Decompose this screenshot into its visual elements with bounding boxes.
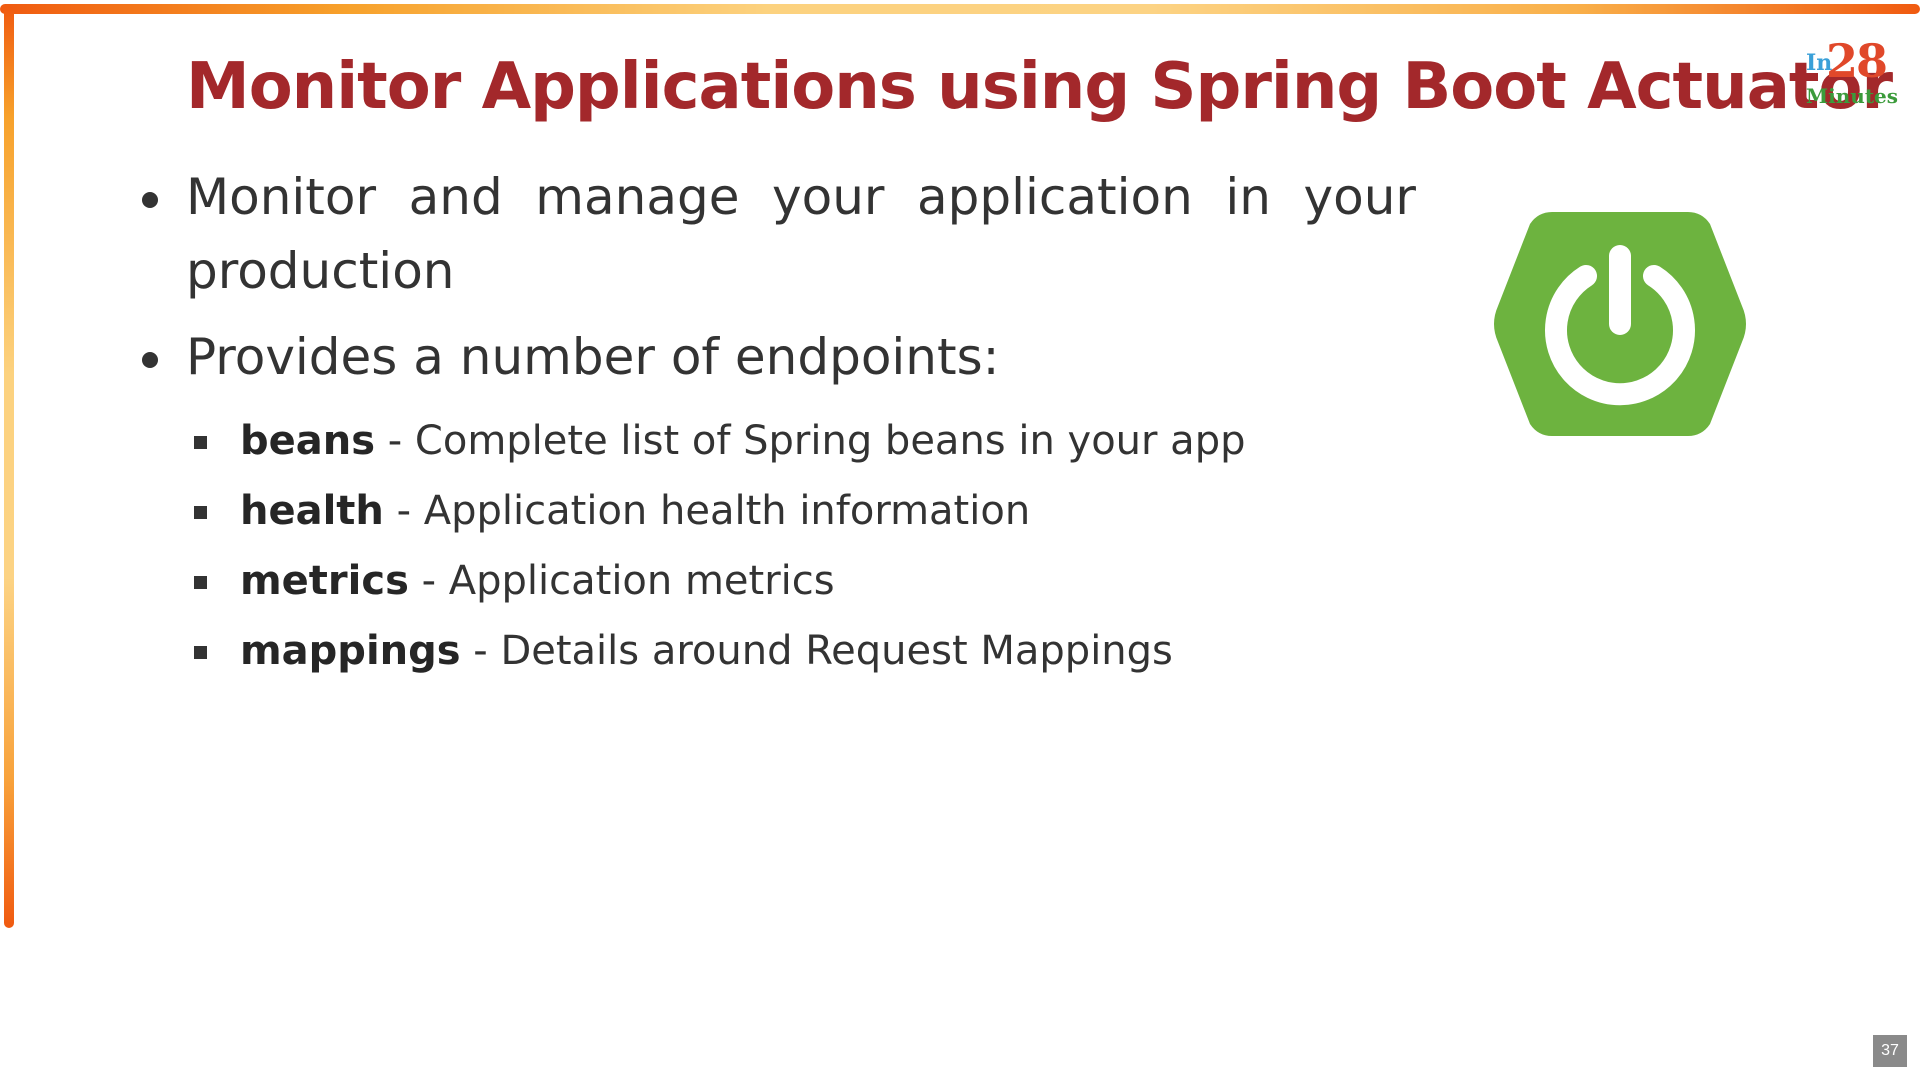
endpoint-item: health - Application health information: [194, 476, 1430, 546]
sub-bullet-square: [194, 646, 207, 659]
slide: Monitor Applications using Spring Boot A…: [0, 0, 1920, 1080]
bullet-dot: [142, 192, 158, 208]
bullet-dot: [142, 352, 158, 368]
logo-number: 28: [1826, 34, 1888, 88]
endpoint-list: beans - Complete list of Spring beans in…: [130, 406, 1430, 686]
sub-bullet-square: [194, 576, 207, 589]
in28minutes-logo: In 28 Minutes: [1800, 34, 1900, 114]
bullet-text: Provides a number of endpoints:: [186, 328, 1000, 386]
slide-border-top: [0, 4, 1920, 14]
slide-content: Monitor and manage your application in y…: [130, 160, 1430, 686]
endpoint-item: beans - Complete list of Spring beans in…: [194, 406, 1430, 476]
endpoint-description: - Complete list of Spring beans in your …: [375, 418, 1246, 464]
bullet-text: Monitor and manage your application in y…: [186, 160, 1416, 308]
sub-bullet-square: [194, 436, 207, 449]
spring-power-hexagon-icon: [1494, 212, 1746, 436]
logo-suffix: Minutes: [1806, 84, 1899, 108]
endpoint-name: mappings: [240, 628, 461, 674]
slide-title: Monitor Applications using Spring Boot A…: [186, 50, 1893, 124]
bullet-line-1: Monitor and manage your application in y…: [186, 168, 1416, 226]
page-number: 37: [1873, 1035, 1907, 1067]
endpoint-description: - Application health information: [383, 488, 1031, 534]
bullet-item: Provides a number of endpoints:: [130, 320, 1430, 394]
endpoint-description: - Details around Request Mappings: [460, 628, 1173, 674]
endpoint-name: health: [240, 488, 384, 534]
sub-bullet-square: [194, 506, 207, 519]
bullet-item: Monitor and manage your application in y…: [130, 160, 1430, 308]
endpoint-item: mappings - Details around Request Mappin…: [194, 616, 1430, 686]
bullet-line-2: production: [186, 242, 455, 300]
slide-border-left: [4, 6, 14, 928]
endpoint-name: beans: [240, 418, 376, 464]
endpoint-description: - Application metrics: [408, 558, 835, 604]
endpoint-name: metrics: [240, 558, 409, 604]
endpoint-item: metrics - Application metrics: [194, 546, 1430, 616]
